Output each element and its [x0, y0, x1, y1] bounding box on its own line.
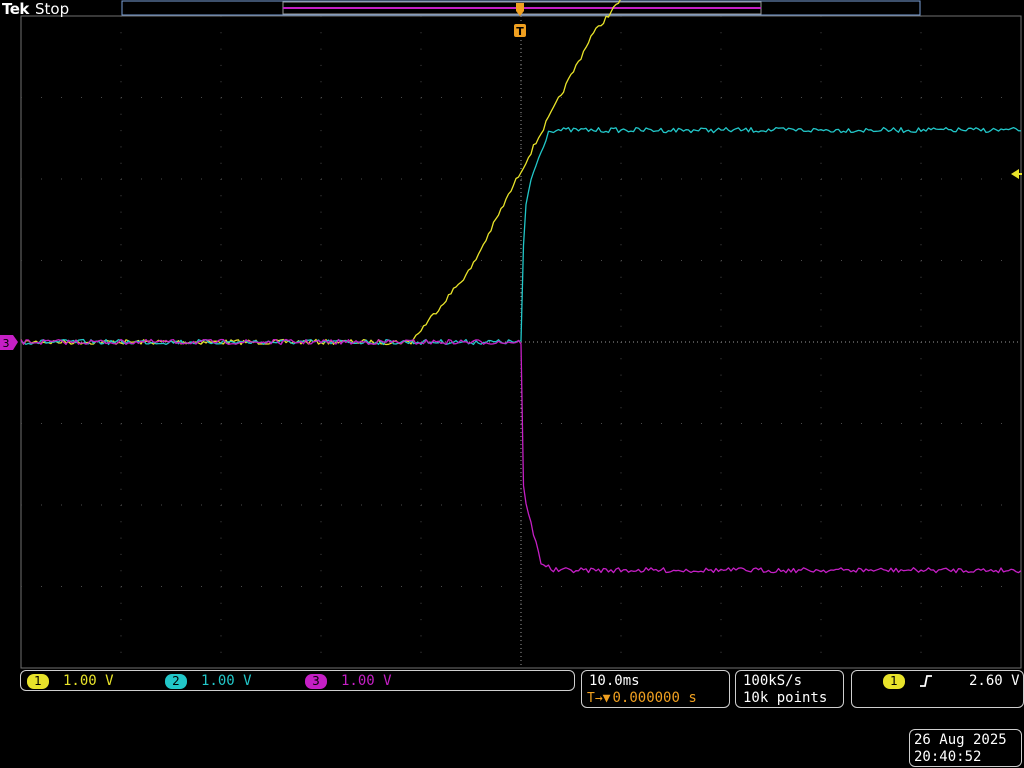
- brand-logo: Tek: [2, 0, 29, 18]
- channel-3-scale: 1.00 V: [341, 673, 392, 689]
- trigger-delay-value: 0.000000 s: [612, 690, 697, 706]
- trigger-source-badge: 1: [883, 673, 905, 689]
- channel-3-badge: 3: [305, 673, 327, 689]
- channel-2-scale: 1.00 V: [201, 673, 252, 689]
- trigger-delay-readout: T→▼ 0.000000 s: [587, 690, 697, 706]
- rising-edge-icon: [920, 675, 932, 687]
- time-readout: 20:40:52: [914, 749, 982, 765]
- channel-1-readout[interactable]: 1 1.00 V: [27, 673, 114, 689]
- time-per-division: 10.0ms: [589, 673, 640, 689]
- channel-2-readout[interactable]: 2 1.00 V: [165, 673, 252, 689]
- acquisition-state: Stop: [35, 0, 70, 18]
- record-length: 10k points: [743, 690, 828, 706]
- oscilloscope-display: T 3: [0, 0, 1022, 669]
- trigger-level: 2.60 V: [969, 673, 1020, 689]
- channel-1-badge: 1: [27, 673, 49, 689]
- channel-2-badge: 2: [165, 673, 187, 689]
- trigger-marker-label: T: [516, 25, 524, 38]
- channel-1-scale: 1.00 V: [63, 673, 114, 689]
- channel-3-readout[interactable]: 3 1.00 V: [305, 673, 392, 689]
- ground-marker-label: 3: [3, 337, 10, 350]
- trigger-delay-icon: T→▼: [587, 690, 611, 706]
- date-readout: 26 Aug 2025: [914, 732, 1007, 748]
- sample-rate: 100kS/s: [743, 673, 803, 689]
- waveform-traces: [20, 0, 1022, 574]
- trigger-readout: 1 2.60 V: [883, 673, 1020, 689]
